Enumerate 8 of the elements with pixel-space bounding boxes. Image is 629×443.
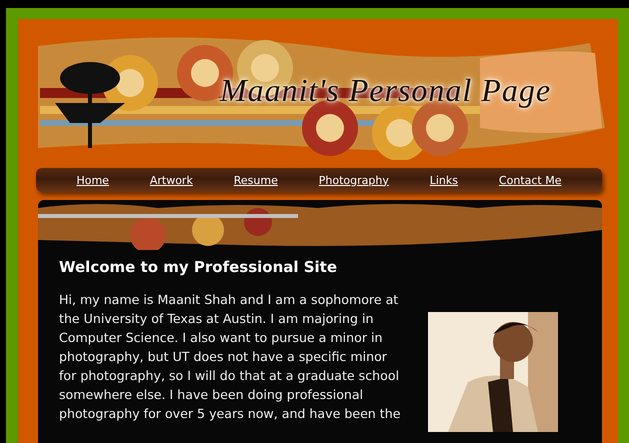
nav-link[interactable]: Home: [76, 174, 109, 186]
nav-link[interactable]: Photography: [318, 174, 389, 186]
nav-link[interactable]: Artwork: [150, 174, 193, 186]
intro-paragraph: Hi, my name is Maanit Shah and I am a sophomore at the University of Texas at Austin. I am majoring in Computer Science. I also want to pursue a minor in photography, but UT does not have a specific minor for photography, so I will do that at a graduate school somewhere else. I have been doing professional photography for over 5 years now, and have been the: [59, 291, 402, 423]
nav-link[interactable]: Links: [430, 174, 458, 186]
nav-link[interactable]: Contact Me: [498, 174, 562, 186]
page-heading: Welcome to my Professional Site: [59, 258, 338, 276]
nav-link[interactable]: Resume: [234, 174, 278, 186]
